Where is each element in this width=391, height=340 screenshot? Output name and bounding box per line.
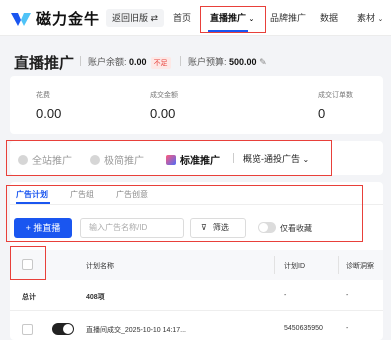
- nav-active-underline: [208, 30, 248, 32]
- mode-divider: [233, 153, 234, 163]
- search-input[interactable]: 输入广告名称/ID: [80, 218, 184, 238]
- total-row-diagnosis: -: [346, 292, 349, 299]
- metric-label-spend: 花费: [36, 92, 50, 99]
- favorites-only-toggle[interactable]: [258, 222, 276, 233]
- standard-icon: [166, 154, 176, 165]
- chevron-down-icon: ⌄: [248, 16, 255, 23]
- row-checkbox[interactable]: [22, 324, 33, 335]
- subtab-ad-group[interactable]: 广告组: [70, 189, 94, 200]
- total-row-count: 408项: [86, 294, 105, 301]
- total-row-label: 总计: [22, 294, 36, 301]
- campaign-diagnosis: -: [346, 325, 349, 332]
- campaign-name-link[interactable]: 直播间成交_2025-10-10 14:17...: [86, 325, 186, 335]
- title-divider: [80, 56, 81, 66]
- metric-value-spend: 0.00: [36, 106, 62, 121]
- nav-brand-promotion[interactable]: 品牌推广: [270, 0, 306, 36]
- nav-material[interactable]: 素材 ⌄: [357, 0, 383, 36]
- chevron-down-icon: ⌄: [302, 155, 310, 164]
- subtab-divider: [10, 204, 383, 205]
- back-to-old-version-button[interactable]: 返回旧版 ⇄: [106, 9, 165, 27]
- plus-icon: +: [25, 223, 31, 233]
- account-balance: 账户余额: 0.00 不足: [88, 55, 171, 69]
- brand-logo-icon: [11, 12, 31, 26]
- insufficient-badge: 不足: [150, 57, 171, 69]
- metric-label-orders: 成交订单数: [318, 92, 353, 99]
- chevron-down-icon: ⌄: [377, 16, 384, 23]
- balance-value: 0.00: [129, 57, 147, 67]
- subtab-campaign[interactable]: 广告计划: [16, 189, 48, 200]
- mode-tab-standard[interactable]: 标准推广: [166, 152, 220, 167]
- column-divider: [274, 256, 275, 274]
- add-live-promotion-button[interactable]: + 推直播: [14, 218, 72, 238]
- column-header-plan-name[interactable]: 计划名称: [86, 261, 114, 271]
- metrics-card: 花费 0.00 成交金额 0.00 成交订单数 0: [10, 76, 383, 134]
- campaign-id: 5450635950: [284, 325, 323, 332]
- metric-label-gmv: 成交金额: [150, 92, 178, 99]
- full-site-icon: [18, 154, 28, 165]
- column-divider: [338, 256, 339, 274]
- swap-icon: ⇄: [150, 13, 159, 23]
- top-nav-bar: 磁力金牛 返回旧版 ⇄ 首页 直播推广 ⌄ 品牌推广 数据 素材 ⌄: [0, 0, 391, 36]
- mode-tab-simple[interactable]: 极简推广: [90, 152, 144, 167]
- campaign-status-switch[interactable]: [52, 323, 74, 335]
- edit-icon[interactable]: ✎: [259, 57, 267, 67]
- nav-data[interactable]: 数据: [320, 0, 338, 36]
- page-title: 直播推广: [14, 55, 75, 72]
- column-header-plan-id[interactable]: 计划ID: [284, 261, 305, 271]
- overview-dropdown[interactable]: 概览-通投广告 ⌄: [243, 152, 309, 165]
- column-header-diagnosis[interactable]: 诊断洞察: [346, 261, 374, 271]
- nav-home[interactable]: 首页: [173, 0, 191, 36]
- metric-value-gmv: 0.00: [150, 106, 176, 121]
- brand-name: 磁力金牛: [36, 11, 101, 28]
- subtab-active-underline: [16, 202, 50, 204]
- favorites-only-label: 仅看收藏: [280, 224, 312, 233]
- mode-tab-full-site[interactable]: 全站推广: [18, 152, 72, 167]
- total-row-id: -: [284, 292, 287, 299]
- table-header: [10, 250, 383, 280]
- filter-button[interactable]: ⊽ 筛选: [190, 218, 246, 238]
- filter-icon: ⊽: [201, 223, 207, 232]
- brand-logo[interactable]: 磁力金牛: [10, 8, 100, 29]
- row-divider: [10, 310, 383, 311]
- simple-icon: [90, 154, 100, 165]
- budget-value: 500.00: [229, 57, 257, 67]
- select-all-checkbox[interactable]: [22, 259, 33, 270]
- account-budget: 账户预算: 500.00 ✎: [188, 57, 267, 67]
- acct-divider: [180, 56, 181, 66]
- subtab-creative[interactable]: 广告创意: [116, 189, 148, 200]
- metric-value-orders: 0: [318, 106, 326, 121]
